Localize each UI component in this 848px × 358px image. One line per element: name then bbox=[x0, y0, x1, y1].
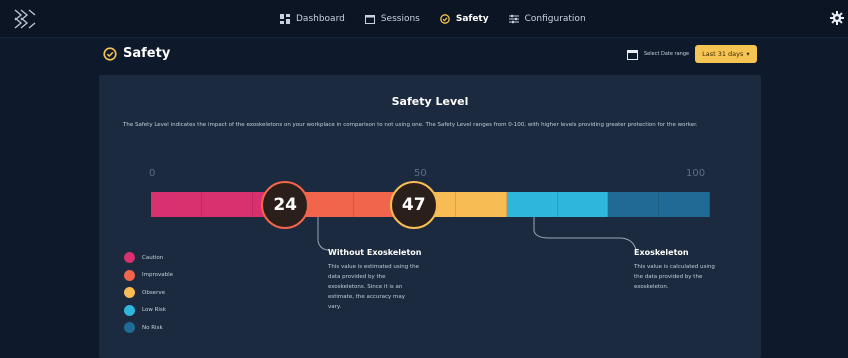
top-bar: Dashboard Sessions Safety Configuration bbox=[0, 0, 848, 38]
calendar-icon bbox=[364, 15, 375, 24]
legend-item: No Risk bbox=[124, 319, 173, 337]
legend-label: No Risk bbox=[142, 324, 163, 331]
nav-sessions[interactable]: Sessions bbox=[364, 14, 420, 24]
legend-label: Caution bbox=[142, 254, 164, 261]
legend: Caution Improvable Observe Low Risk No R… bbox=[124, 249, 173, 337]
nav-safety[interactable]: Safety bbox=[440, 14, 489, 24]
legend-dot bbox=[124, 252, 135, 264]
legend-dot bbox=[124, 269, 135, 281]
safety-level-card: Safety Level The Safety Level indicates … bbox=[99, 75, 761, 358]
calendar-icon[interactable] bbox=[627, 49, 638, 60]
annotation-line: This value is calculated using bbox=[634, 264, 715, 270]
with-exoskeleton-annotation: Exoskeleton This value is calculated usi… bbox=[634, 248, 744, 292]
annotation-line: the data provided by the bbox=[634, 274, 703, 280]
date-range-control: Select Date range Last 31 days ▾ bbox=[627, 45, 757, 63]
annotation-line: data provided by the bbox=[328, 274, 386, 280]
safety-icon bbox=[103, 46, 117, 61]
nav-sessions-label: Sessions bbox=[380, 14, 420, 24]
nav-configuration[interactable]: Configuration bbox=[508, 14, 586, 24]
nav-safety-label: Safety bbox=[455, 14, 489, 24]
annotation-text: This value is calculated using the data … bbox=[634, 262, 744, 292]
main-nav: Dashboard Sessions Safety Configuration bbox=[280, 0, 586, 38]
chevron-down-icon: ▾ bbox=[746, 50, 750, 58]
legend-item: Low Risk bbox=[124, 302, 173, 320]
legend-item: Caution bbox=[124, 249, 173, 267]
annotation-text: This value is estimated using the data p… bbox=[328, 262, 443, 312]
legend-label: Improvable bbox=[142, 272, 174, 279]
without-exoskeleton-annotation: Without Exoskeleton This value is estima… bbox=[328, 248, 443, 312]
without-exoskeleton-marker[interactable]: 24 bbox=[261, 180, 310, 229]
legend-item: Improvable bbox=[124, 267, 173, 285]
nav-dashboard[interactable]: Dashboard bbox=[280, 14, 345, 24]
annotation-line: exoskeleton. bbox=[634, 284, 669, 290]
legend-label: Low Risk bbox=[142, 307, 166, 314]
annotation-title: Without Exoskeleton bbox=[328, 248, 422, 257]
page-title: Safety bbox=[123, 46, 171, 61]
legend-label: Observe bbox=[142, 289, 165, 296]
legend-item: Observe bbox=[124, 284, 173, 302]
legend-dot bbox=[124, 287, 135, 299]
date-range-label: Select Date range bbox=[644, 51, 690, 57]
sliders-icon bbox=[508, 14, 519, 24]
safety-icon bbox=[440, 14, 450, 24]
annotation-line: vary. bbox=[328, 304, 342, 310]
legend-dot bbox=[124, 304, 135, 316]
nav-dashboard-label: Dashboard bbox=[296, 14, 345, 24]
gear-icon[interactable] bbox=[830, 11, 844, 25]
logo-icon[interactable] bbox=[12, 7, 38, 31]
annotation-title: Exoskeleton bbox=[634, 248, 689, 257]
annotation-line: This value is estimated using the bbox=[328, 264, 419, 270]
date-range-value: Last 31 days bbox=[702, 50, 744, 58]
with-exoskeleton-marker[interactable]: 47 bbox=[389, 180, 438, 229]
dashboard-icon bbox=[280, 14, 290, 24]
page-header: Safety bbox=[103, 46, 170, 61]
date-range-select[interactable]: Last 31 days ▾ bbox=[695, 45, 757, 63]
annotation-line: estimate, the accuracy may bbox=[328, 294, 406, 300]
annotation-line: exoskeletons. Since it is an bbox=[328, 284, 403, 290]
legend-dot bbox=[124, 322, 135, 334]
nav-configuration-label: Configuration bbox=[524, 14, 586, 24]
